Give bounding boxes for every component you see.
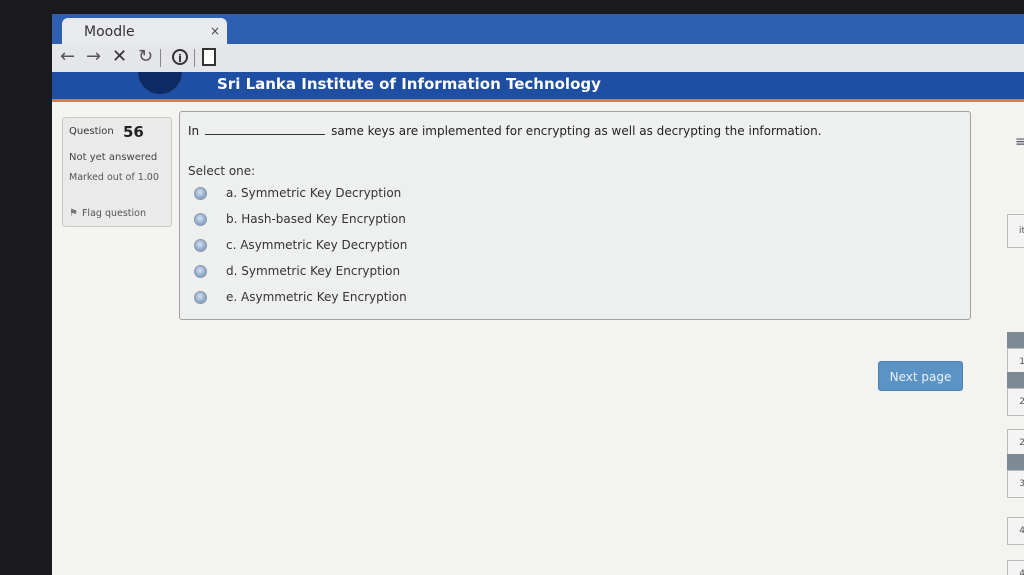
question-text-after: same keys are implemented for encrypting… — [331, 124, 822, 138]
quiz-nav-marker — [1007, 372, 1024, 388]
quiz-nav-marker — [1007, 332, 1024, 348]
flag-question-link[interactable]: ⚑ Flag question — [69, 208, 146, 219]
question-blank — [205, 134, 326, 135]
question-text: In same keys are implemented for encrypti… — [188, 124, 822, 138]
next-page-button[interactable]: Next page — [878, 361, 963, 391]
select-prompt: Select one: — [188, 164, 256, 178]
radio-button[interactable] — [194, 187, 207, 200]
question-text-before: In — [188, 124, 200, 138]
option-label[interactable]: e. Asymmetric Key Encryption — [226, 290, 407, 304]
question-label: Question — [69, 126, 114, 137]
option-label[interactable]: d. Symmetric Key Encryption — [226, 264, 400, 278]
site-banner: Sri Lanka Institute of Information Techn… — [52, 72, 1024, 102]
quiz-nav-marker — [1007, 454, 1024, 470]
browser-toolbar: ← → ✕ ↻ i — [52, 44, 1024, 73]
menu-icon[interactable]: ≡ — [1015, 134, 1024, 150]
tab-title: Moodle — [84, 24, 135, 40]
stop-icon[interactable]: ✕ — [112, 46, 127, 68]
page-icon[interactable] — [202, 48, 216, 66]
flag-label: Flag question — [81, 208, 146, 219]
site-title: Sri Lanka Institute of Information Techn… — [217, 75, 601, 93]
question-info: Question 56 Not yet answered Marked out … — [62, 117, 172, 227]
reload-icon[interactable]: ↻ — [138, 46, 153, 68]
radio-button[interactable] — [194, 213, 207, 226]
question-number: 56 — [123, 123, 144, 141]
browser-tab[interactable]: Moodle × — [62, 18, 227, 44]
option-label[interactable]: a. Symmetric Key Decryption — [226, 186, 401, 200]
browser-titlebar: Moodle × — [52, 14, 1024, 44]
toolbar-divider — [194, 49, 195, 67]
radio-button[interactable] — [194, 291, 207, 304]
radio-button[interactable] — [194, 239, 207, 252]
option-label[interactable]: b. Hash-based Key Encryption — [226, 212, 406, 226]
forward-arrow-icon[interactable]: → — [86, 46, 101, 68]
info-icon[interactable]: i — [172, 49, 188, 65]
quiz-nav-item[interactable]: 2 — [1007, 429, 1024, 457]
radio-button[interactable] — [194, 265, 207, 278]
quiz-nav-item[interactable]: 3 — [1007, 470, 1024, 498]
marked-out-of: Marked out of 1.00 — [69, 172, 159, 183]
flag-icon: ⚑ — [69, 208, 78, 219]
answer-status: Not yet answered — [69, 152, 158, 163]
option-label[interactable]: c. Asymmetric Key Decryption — [226, 238, 407, 252]
site-logo — [138, 72, 182, 94]
quiz-nav-item[interactable]: 2 — [1007, 388, 1024, 416]
quiz-nav-item[interactable]: 4 — [1007, 517, 1024, 545]
toolbar-divider — [160, 49, 161, 67]
question-box: In same keys are implemented for encrypti… — [179, 111, 971, 320]
side-panel-text: it — [1007, 214, 1024, 248]
tab-close-icon[interactable]: × — [210, 24, 220, 38]
back-arrow-icon[interactable]: ← — [60, 46, 75, 68]
screen: Moodle × ← → ✕ ↻ i Sri Lanka Institute o… — [52, 14, 1024, 575]
quiz-nav-item[interactable]: 4 — [1007, 560, 1024, 575]
